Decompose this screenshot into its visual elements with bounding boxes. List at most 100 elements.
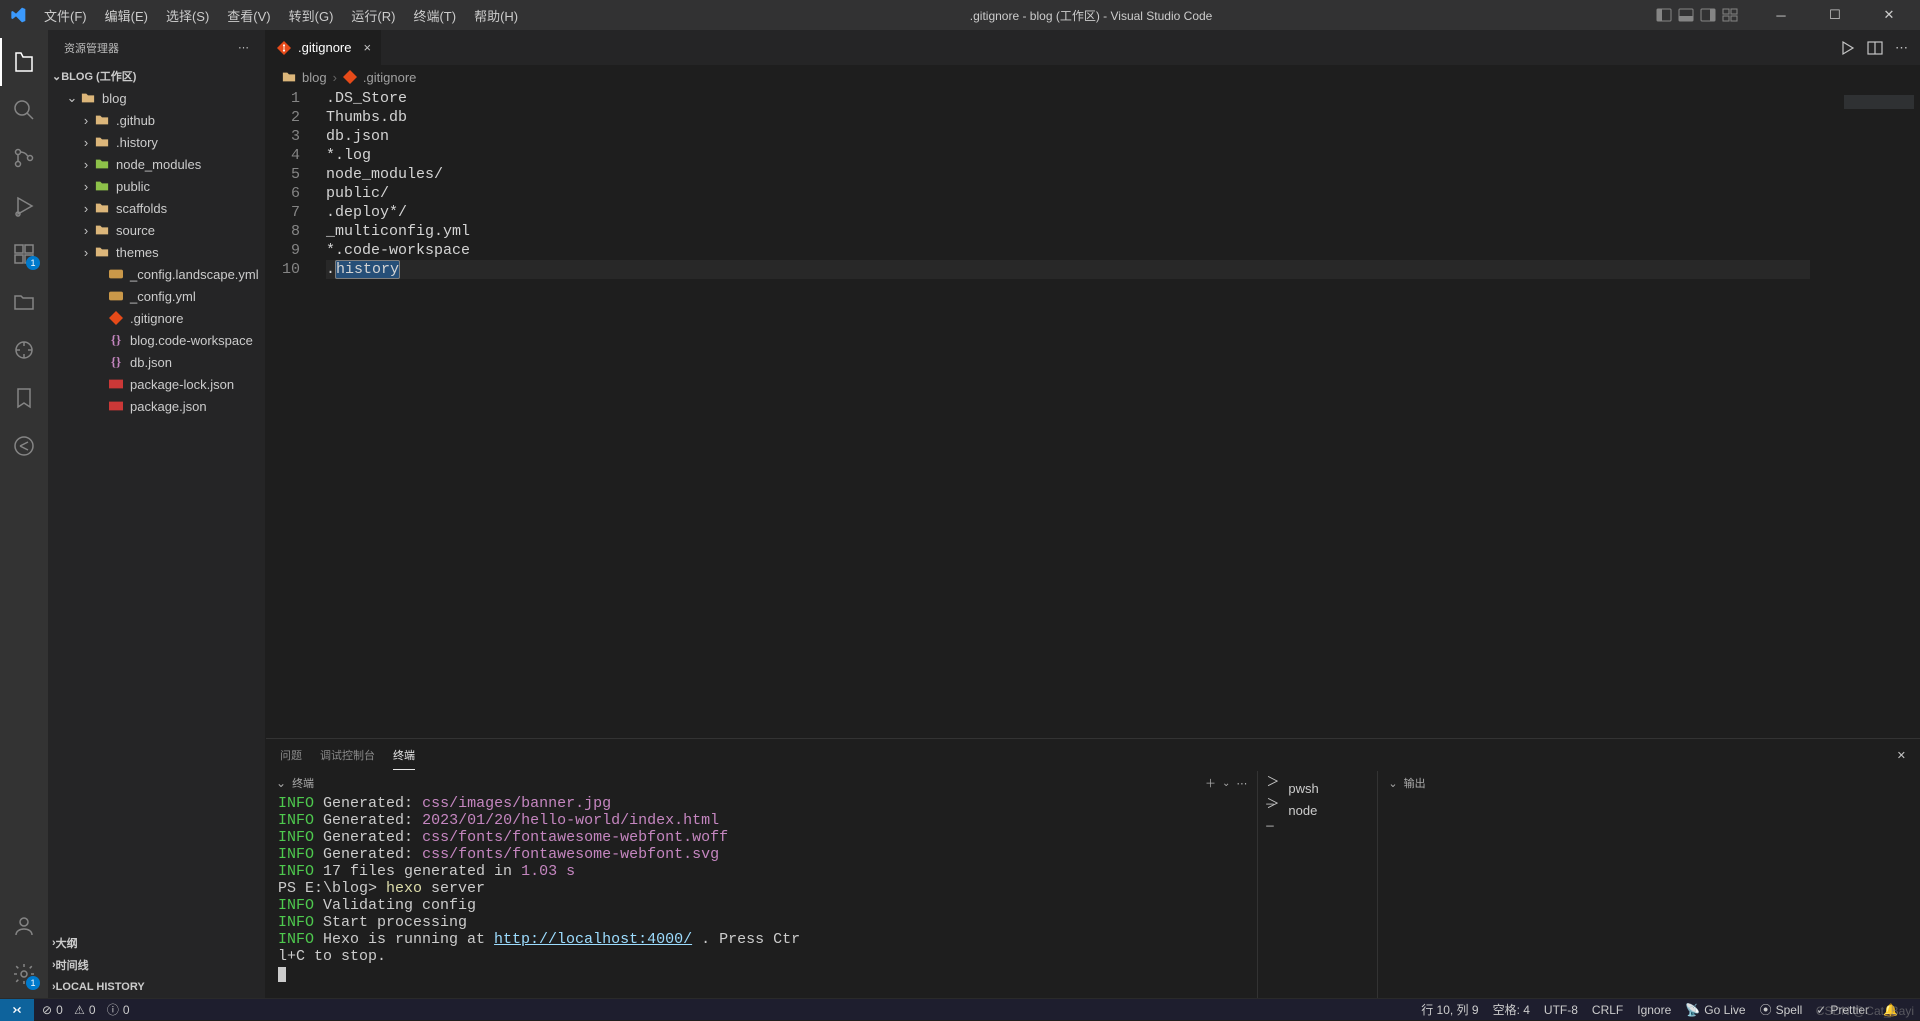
panel-tab-problems[interactable]: 问题 xyxy=(280,741,302,769)
folder-icon xyxy=(94,134,110,150)
file-icon: {} xyxy=(108,354,124,370)
folder-icon xyxy=(94,244,110,260)
terminal-new-icon[interactable]: ＋ xyxy=(1205,775,1216,791)
close-window-button[interactable]: ✕ xyxy=(1866,0,1912,30)
menu-item[interactable]: 文件(F) xyxy=(36,2,95,29)
output-pane: ⌄ 输出 xyxy=(1378,771,1920,998)
file-item[interactable]: _config.yml xyxy=(48,285,265,307)
panel-close-icon[interactable]: ✕ xyxy=(1897,749,1906,762)
workspace-root[interactable]: ⌄ BLOG (工作区) xyxy=(48,65,265,87)
extensions-view-icon[interactable]: 1 xyxy=(0,230,48,278)
menu-item[interactable]: 转到(G) xyxy=(281,2,342,29)
folder-view-icon[interactable] xyxy=(0,278,48,326)
panel-tab-terminal[interactable]: 终端 xyxy=(393,741,415,770)
layout-panel-right-icon[interactable] xyxy=(1700,7,1716,23)
scm-view-icon[interactable] xyxy=(0,134,48,182)
folder-icon xyxy=(94,200,110,216)
accounts-icon[interactable] xyxy=(0,902,48,950)
file-icon xyxy=(108,310,124,326)
outline-section[interactable]: ›大纲 xyxy=(48,932,265,954)
terminal-task-node[interactable]: ＞_node xyxy=(1266,799,1369,821)
status-language[interactable]: Ignore xyxy=(1637,1003,1671,1017)
status-bar: ⊘0 ⚠0 ⓘ0 行 10, 列 9 空格: 4 UTF-8 CRLF Igno… xyxy=(0,998,1920,1020)
layout-customize-icon[interactable] xyxy=(1722,7,1738,23)
file-tree[interactable]: ⌄blog›.github›.history›node_modules›publ… xyxy=(48,87,265,932)
file-icon xyxy=(108,288,124,304)
folder-item[interactable]: ⌄blog xyxy=(48,87,265,109)
breadcrumb[interactable]: blog › .gitignore xyxy=(266,65,1920,89)
file-icon xyxy=(108,266,124,282)
status-indent[interactable]: 空格: 4 xyxy=(1493,1001,1530,1018)
status-spell[interactable]: ⦿Spell xyxy=(1760,1001,1803,1018)
file-item[interactable]: package-lock.json xyxy=(48,373,265,395)
remote-indicator[interactable] xyxy=(0,999,34,1021)
editor-more-icon[interactable]: ⋯ xyxy=(1895,40,1908,56)
vscode-logo-icon xyxy=(8,5,28,25)
bookmark-view-icon[interactable] xyxy=(0,374,48,422)
folder-item[interactable]: ›scaffolds xyxy=(48,197,265,219)
minimize-button[interactable]: ─ xyxy=(1758,0,1804,30)
git-icon xyxy=(343,70,357,84)
folder-item[interactable]: ›source xyxy=(48,219,265,241)
chevron-down-icon[interactable]: ⌄ xyxy=(276,776,286,790)
menu-item[interactable]: 选择(S) xyxy=(158,2,217,29)
sidebar: 资源管理器 ⋯ ⌄ BLOG (工作区) ⌄blog›.github›.hist… xyxy=(48,30,266,998)
file-item[interactable]: {}db.json xyxy=(48,351,265,373)
check-icon: ✓ xyxy=(1816,1003,1826,1017)
minimap[interactable] xyxy=(1810,89,1920,738)
run-debug-view-icon[interactable] xyxy=(0,182,48,230)
broadcast-icon: 📡 xyxy=(1685,1003,1700,1017)
timeline-section[interactable]: ›时间线 xyxy=(48,954,265,976)
status-errors[interactable]: ⊘0 ⚠0 ⓘ0 xyxy=(42,1001,130,1018)
panel-tab-debug-console[interactable]: 调试控制台 xyxy=(320,741,375,769)
extensions-badge: 1 xyxy=(26,256,40,270)
status-cursor-position[interactable]: 行 10, 列 9 xyxy=(1421,1001,1478,1018)
menu-item[interactable]: 终端(T) xyxy=(405,2,464,29)
status-prettier[interactable]: ✓Prettier xyxy=(1816,1003,1869,1017)
terminal-more-icon[interactable]: ⋯ xyxy=(1236,777,1247,790)
output-title: 输出 xyxy=(1404,775,1426,791)
file-item[interactable]: _config.landscape.yml xyxy=(48,263,265,285)
sidebar-more-icon[interactable]: ⋯ xyxy=(238,41,249,54)
terminal-body[interactable]: INFO Generated: css/images/banner.jpgINF… xyxy=(266,795,1257,998)
file-item[interactable]: package.json xyxy=(48,395,265,417)
folder-item[interactable]: ›themes xyxy=(48,241,265,263)
line-gutter: 12345678910 xyxy=(266,89,326,738)
split-editor-icon[interactable] xyxy=(1867,40,1883,56)
folder-item[interactable]: ›.github xyxy=(48,109,265,131)
folder-icon xyxy=(94,156,110,172)
activity-bar: 1 1 xyxy=(0,30,48,998)
gitlens-view-icon[interactable] xyxy=(0,326,48,374)
code-editor[interactable]: 12345678910 .DS_StoreThumbs.dbdb.json*.l… xyxy=(266,89,1920,738)
explorer-view-icon[interactable] xyxy=(0,38,48,86)
status-encoding[interactable]: UTF-8 xyxy=(1544,1003,1578,1017)
tab-close-icon[interactable]: × xyxy=(363,40,371,55)
run-file-icon[interactable] xyxy=(1839,40,1855,56)
file-item[interactable]: {}blog.code-workspace xyxy=(48,329,265,351)
menu-item[interactable]: 运行(R) xyxy=(343,2,403,29)
settings-badge: 1 xyxy=(26,976,40,990)
tab-gitignore[interactable]: .gitignore × xyxy=(266,30,382,65)
layout-panel-bottom-icon[interactable] xyxy=(1678,7,1694,23)
settings-gear-icon[interactable]: 1 xyxy=(0,950,48,998)
file-item[interactable]: .gitignore xyxy=(48,307,265,329)
folder-item[interactable]: ›.history xyxy=(48,131,265,153)
menu-item[interactable]: 查看(V) xyxy=(219,2,278,29)
folder-icon xyxy=(94,112,110,128)
menu-item[interactable]: 编辑(E) xyxy=(97,2,156,29)
code-content[interactable]: .DS_StoreThumbs.dbdb.json*.lognode_modul… xyxy=(326,89,1920,738)
menu-item[interactable]: 帮助(H) xyxy=(466,2,526,29)
search-view-icon[interactable] xyxy=(0,86,48,134)
live-share-view-icon[interactable] xyxy=(0,422,48,470)
status-eol[interactable]: CRLF xyxy=(1592,1003,1623,1017)
folder-item[interactable]: ›public xyxy=(48,175,265,197)
status-go-live[interactable]: 📡Go Live xyxy=(1685,1003,1745,1017)
layout-panel-left-icon[interactable] xyxy=(1656,7,1672,23)
chevron-down-icon[interactable]: ⌄ xyxy=(1388,777,1397,790)
chevron-down-icon[interactable]: ⌄ xyxy=(1222,778,1230,789)
status-notifications-icon[interactable]: 🔔 xyxy=(1883,1003,1898,1017)
folder-item[interactable]: ›node_modules xyxy=(48,153,265,175)
maximize-button[interactable]: ☐ xyxy=(1812,0,1858,30)
local-history-section[interactable]: ›LOCAL HISTORY xyxy=(48,976,265,998)
workspace-root-label: BLOG (工作区) xyxy=(61,68,136,84)
